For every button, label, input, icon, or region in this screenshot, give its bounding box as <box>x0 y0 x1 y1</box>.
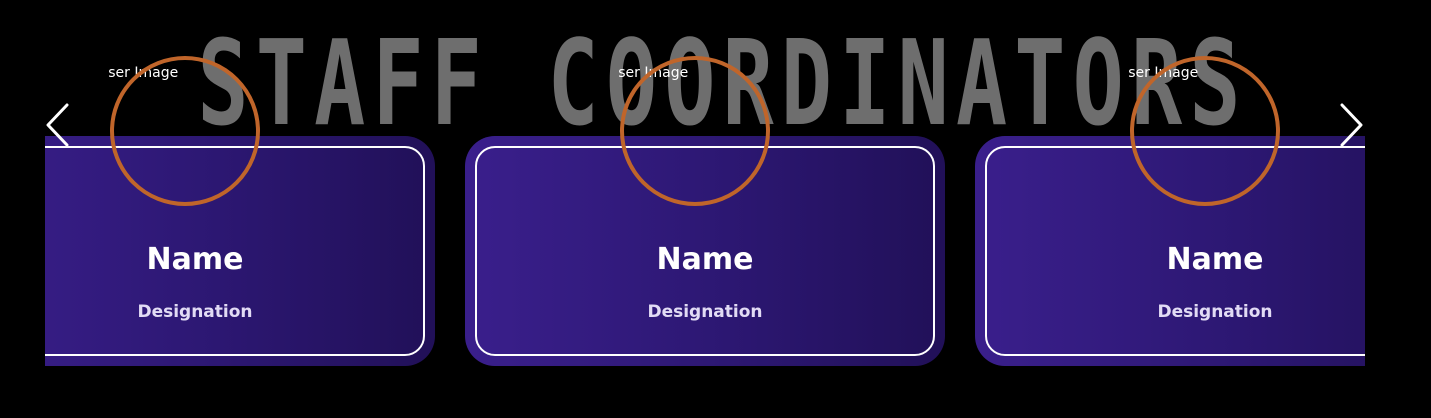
staff-designation: Designation <box>647 302 763 322</box>
chevron-right-icon <box>1340 103 1363 147</box>
staff-name: Name <box>1166 242 1264 277</box>
carousel-track: User Image Name Designation User Image N… <box>45 0 1365 418</box>
staff-card: User Image Name Designation <box>45 56 435 366</box>
staff-card: User Image Name Designation <box>465 56 945 366</box>
staff-name: Name <box>146 242 244 277</box>
staff-designation: Designation <box>137 302 253 322</box>
staff-card: User Image Name Designation <box>975 56 1365 366</box>
user-image <box>620 56 770 206</box>
carousel-prev-button[interactable] <box>43 100 73 150</box>
user-image <box>1130 56 1280 206</box>
staff-designation: Designation <box>1157 302 1273 322</box>
user-image <box>110 56 260 206</box>
staff-name: Name <box>656 242 754 277</box>
carousel-next-button[interactable] <box>1336 100 1366 150</box>
chevron-left-icon <box>46 103 69 147</box>
